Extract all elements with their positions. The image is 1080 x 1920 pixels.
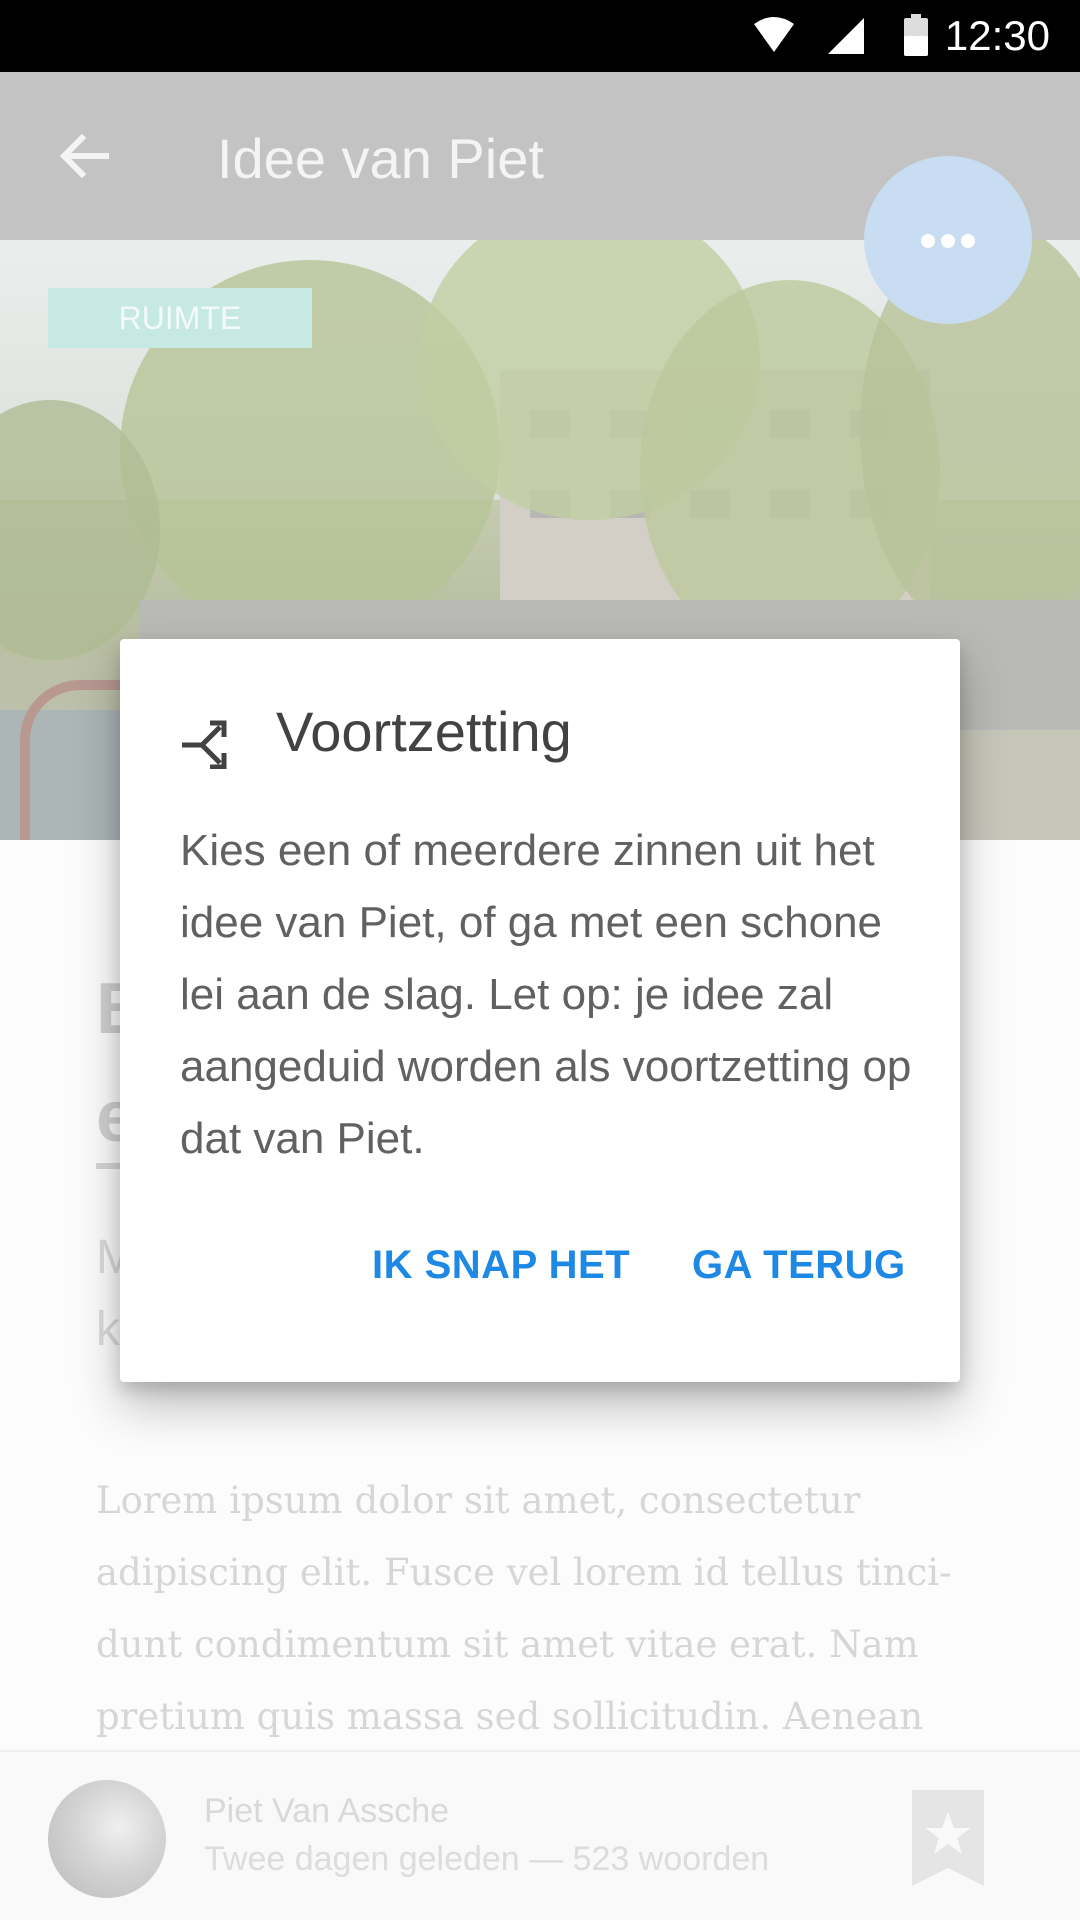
wifi-icon [754, 17, 794, 52]
status-bar: 12:30 [0, 0, 1080, 72]
dialog-message: Kies een of meerdere zinnen uit het idee… [180, 826, 912, 1163]
go-back-button[interactable]: GA TERUG [692, 1243, 906, 1288]
battery-icon [904, 14, 928, 56]
dialog-title: Voortzetting [276, 700, 572, 763]
continuation-dialog: Voortzetting Kies een of meerdere zinnen… [120, 639, 960, 1382]
signal-icon [828, 18, 864, 54]
confirm-button[interactable]: IK SNAP HET [372, 1243, 630, 1288]
status-time: 12:30 [944, 12, 1050, 59]
merge-icon [182, 720, 227, 769]
